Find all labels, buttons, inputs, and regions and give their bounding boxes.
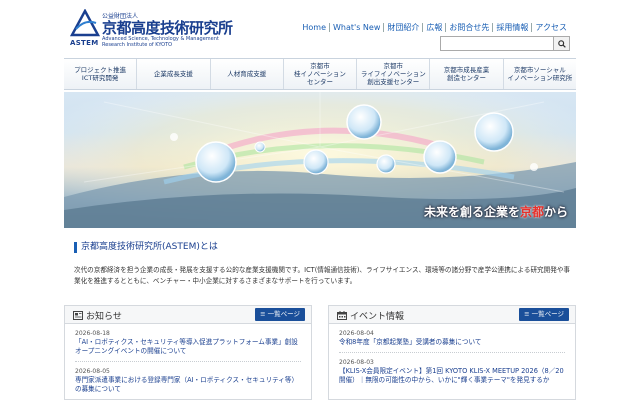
topnav-whats-new[interactable]: What's New (329, 23, 383, 32)
logo-mark-text: ASTEM (70, 39, 99, 47)
events-list-button[interactable]: ≡ 一覧ページ (519, 308, 569, 321)
list-item[interactable]: 2026-08-05 専門家派遣事業における登録専門家（AI・ロボティクス・セキ… (65, 362, 311, 394)
news-panel-title: お知らせ (73, 309, 122, 322)
events-panel-header: イベント情報 ≡ 一覧ページ (329, 306, 575, 324)
list-icon: ≡ (524, 310, 530, 318)
event-title-link[interactable]: 令和8年度「京都起業塾」受講者の募集について (339, 338, 565, 347)
nav-project-ict[interactable]: プロジェクト推進 ICT研究開発 (64, 59, 136, 89)
logo-english-line-2: Research Institute of KYOTO (102, 42, 173, 48)
about-description: 次代の京都経済を担う企業の成長・発展を支援する公的な産業支援機関です。ICT(情… (74, 266, 571, 285)
hero-banner: 未来を創る企業を京都から (64, 92, 576, 228)
nav-life-innovation[interactable]: 京都市 ライフイノベーション 創出支援センター (356, 59, 429, 89)
news-list-button-label: 一覧ページ (267, 310, 300, 318)
list-item[interactable]: 2026-08-18 「AI・ロボティクス・セキュリティ等導入促進プラットフォー… (65, 324, 311, 356)
list-icon: ≡ (260, 310, 266, 318)
main-navigation: プロジェクト推進 ICT研究開発 企業成長支援 人材育成支援 京都市 桂イノベー… (64, 58, 576, 90)
hero-caption: 未来を創る企業を京都から (424, 203, 568, 220)
topnav-access[interactable]: アクセス (531, 23, 570, 32)
topnav-about[interactable]: 財団紹介 (383, 23, 422, 32)
search-icon (557, 39, 566, 48)
events-list-button-label: 一覧ページ (531, 310, 564, 318)
events-panel-title: イベント情報 (337, 309, 404, 322)
news-title-link[interactable]: 「AI・ロボティクス・セキュリティ等導入促進プラットフォーム事業」創設オープニン… (75, 338, 301, 356)
list-item[interactable]: 2026-08-03 【KLIS-X会員限定イベント】第1回 KYOTO KLI… (329, 353, 575, 385)
news-title-link[interactable]: 専門家派遣事業における登録専門家（AI・ロボティクス・セキュリティ等）の募集につ… (75, 376, 301, 394)
event-date: 2026-08-03 (339, 359, 374, 366)
top-navigation: Home What's New 財団紹介 広報 お問合せ先 採用情報 アクセス (299, 23, 570, 32)
newspaper-icon (73, 311, 83, 320)
events-panel: イベント情報 ≡ 一覧ページ 2026-08-04 令和8年度「京都起業塾」受講… (328, 305, 576, 400)
nav-talent-development[interactable]: 人材育成支援 (209, 59, 283, 89)
search-button[interactable] (554, 36, 570, 51)
topnav-home[interactable]: Home (299, 23, 329, 32)
logo-title: 京都高度技術研究所 (102, 19, 233, 37)
news-panel-header: お知らせ ≡ 一覧ページ (65, 306, 311, 324)
nav-katsura-innovation[interactable]: 京都市 桂イノベーション センター (282, 59, 356, 89)
nav-business-growth[interactable]: 企業成長支援 (136, 59, 209, 89)
event-date: 2026-08-04 (339, 330, 374, 337)
news-date: 2026-08-18 (75, 330, 110, 337)
nav-social-innovation[interactable]: 京都市ソーシャル イノベーション研究所 (502, 59, 576, 89)
hero-caption-prefix: 未来を創る企業を (423, 205, 520, 219)
news-panel-title-text: お知らせ (86, 312, 122, 322)
search-input[interactable] (440, 36, 554, 51)
header: ASTEM 公益財団法人 京都高度技術研究所 Advanced Science,… (0, 0, 640, 56)
events-panel-title-text: イベント情報 (350, 312, 405, 322)
topnav-recruit[interactable]: 採用情報 (492, 23, 531, 32)
calendar-icon (337, 311, 347, 320)
hero-caption-suffix: から (543, 205, 568, 219)
news-list-button[interactable]: ≡ 一覧ページ (255, 308, 305, 321)
news-panel: お知らせ ≡ 一覧ページ 2026-08-18 「AI・ロボティクス・セキュリテ… (64, 305, 312, 400)
event-title-link[interactable]: 【KLIS-X会員限定イベント】第1回 KYOTO KLIS-X MEETUP … (339, 367, 565, 385)
site-logo[interactable]: ASTEM 公益財団法人 京都高度技術研究所 Advanced Science,… (70, 9, 240, 51)
topnav-pr[interactable]: 広報 (422, 23, 445, 32)
search-box (440, 36, 570, 51)
logo-english: Advanced Science, Technology & Managemen… (102, 36, 219, 48)
nav-growth-industry[interactable]: 京都市成長産業 創造センター (429, 59, 502, 89)
hero-caption-accent: 京都 (519, 205, 544, 219)
list-item[interactable]: 2026-08-04 令和8年度「京都起業塾」受講者の募集について (329, 324, 575, 347)
news-date: 2026-08-05 (75, 368, 110, 375)
about-heading: 京都高度技術研究所(ASTEM)とは (74, 242, 218, 253)
topnav-contact[interactable]: お問合せ先 (445, 23, 492, 32)
